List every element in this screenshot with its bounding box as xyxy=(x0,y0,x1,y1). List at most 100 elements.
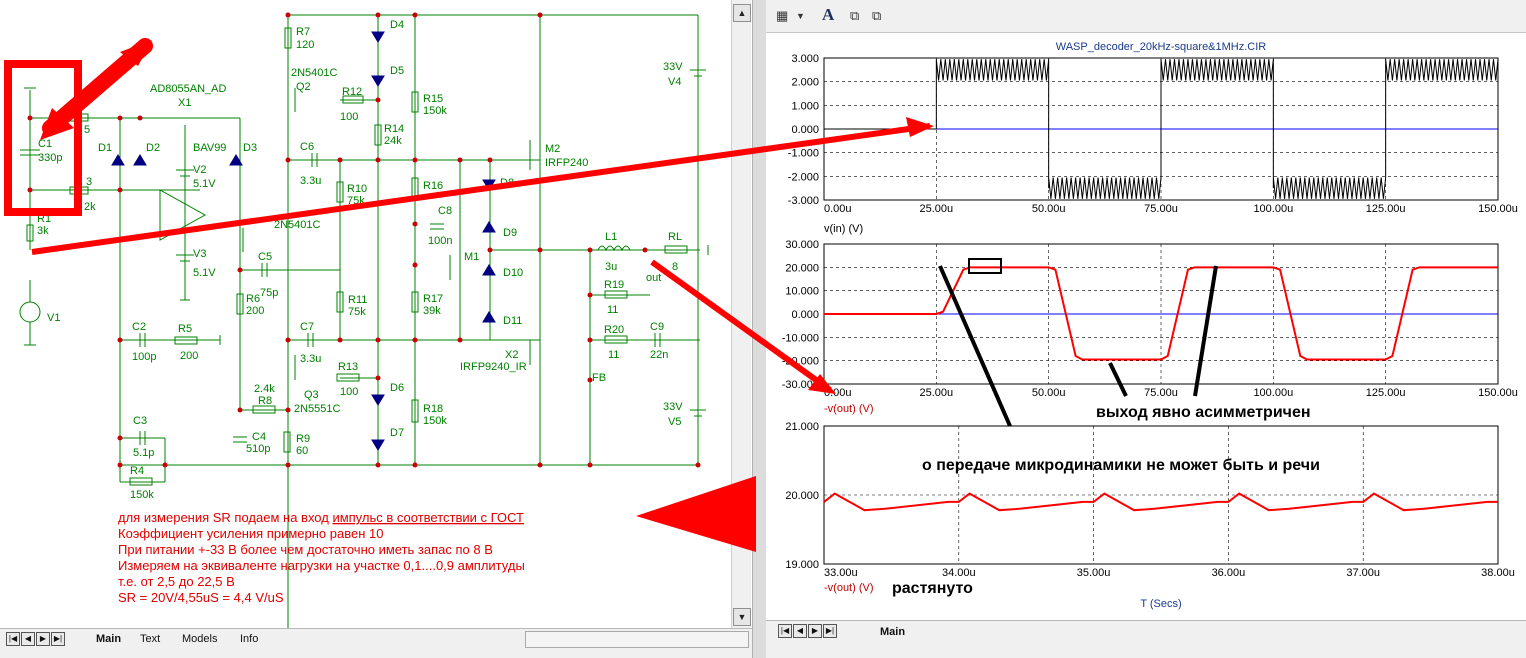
opamp-label: AD8055AN_AD xyxy=(150,83,226,95)
schematic-canvas[interactable]: C1 330p R1 3k 5 3 2k D1 D2 D3 BAV99 V2 5… xyxy=(0,0,732,628)
r7-value: 120 xyxy=(296,39,314,51)
r20-label: R20 xyxy=(604,324,624,336)
y-tick-label: 0.000 xyxy=(791,309,819,321)
annotation-asymmetric: выход явно асимметричен xyxy=(1096,404,1311,421)
y-tick-label: 10.000 xyxy=(785,286,819,298)
y-tick-label: 30.000 xyxy=(785,239,819,251)
v5-value: 33V xyxy=(663,401,683,413)
r15-label: R15 xyxy=(423,93,443,105)
out-label: out xyxy=(646,272,661,284)
x-axis-label: T (Secs) xyxy=(1140,598,1181,610)
r19-value: 11 xyxy=(607,304,618,316)
plot-canvas: WASP_decoder_20kHz-square&1MHz.CIR 3.000 2… xyxy=(782,41,1518,610)
note-line-5: т.е. от 2,5 до 22,5 В xyxy=(118,574,235,589)
d6-label: D6 xyxy=(390,382,404,394)
y-tick-label: -10.000 xyxy=(782,332,819,344)
tab-main[interactable]: Main xyxy=(92,631,125,647)
d8-label: D8 xyxy=(500,177,514,189)
r3-value: 2k xyxy=(84,201,96,213)
note-gost-link[interactable]: импульс в соответствии с ГОСТ xyxy=(332,510,524,525)
next-page-icon[interactable]: ▶ xyxy=(36,632,50,646)
plot-pane[interactable]: ▦ ▼ A ⧉ ⧉ WASP_decoder_20kHz-square&1MHz… xyxy=(766,0,1526,658)
note-line-6: SR = 20V/4,55uS = 4,4 V/uS xyxy=(118,590,284,605)
c4-label: C4 xyxy=(252,431,266,443)
c3-label: C3 xyxy=(133,415,147,427)
m2-type: IRFP240 xyxy=(545,157,588,169)
r10-label: R10 xyxy=(347,183,367,195)
x-tick-label: 34.00u xyxy=(942,567,976,579)
y-tick-label: 2.000 xyxy=(791,77,819,89)
tab-models[interactable]: Models xyxy=(178,631,221,647)
x-tick-label: 150.00u xyxy=(1478,203,1518,215)
schematic-tab-bar: |◀ ◀ ▶ ▶| Main Text Models Info xyxy=(0,628,752,658)
c1-label: C1 xyxy=(38,138,52,150)
y-tick-label: -1.000 xyxy=(788,148,819,160)
last-page-icon[interactable]: ▶| xyxy=(823,624,837,638)
plot-tab-bar: |◀ ◀ ▶ ▶| Main xyxy=(766,620,1526,658)
l1-label: L1 xyxy=(605,231,617,243)
r20-value: 11 xyxy=(608,349,619,361)
tab-info[interactable]: Info xyxy=(236,631,262,647)
schematic-horizontal-scrollbar[interactable] xyxy=(525,631,749,648)
q2-type: 2N5401C xyxy=(291,67,338,79)
r11-value: 75k xyxy=(348,306,366,318)
x-tick-label: 25.00u xyxy=(920,203,954,215)
trace-label: -v(out) (V) xyxy=(824,582,874,594)
c3-value: 5.1p xyxy=(133,447,154,459)
prev-page-icon[interactable]: ◀ xyxy=(21,632,35,646)
r12-value: 100 xyxy=(340,111,358,123)
x-tick-label: 35.00u xyxy=(1077,567,1111,579)
v5-label: V5 xyxy=(668,416,681,428)
plot-tab-main[interactable]: Main xyxy=(876,624,909,640)
r1-value: 3k xyxy=(37,225,49,237)
first-page-icon[interactable]: |◀ xyxy=(6,632,20,646)
c6-value: 3.3u xyxy=(300,175,321,187)
prev-page-icon[interactable]: ◀ xyxy=(793,624,807,638)
q2-label: Q2 xyxy=(296,81,311,93)
y-tick-label: 0.000 xyxy=(791,124,819,136)
last-page-icon[interactable]: ▶| xyxy=(51,632,65,646)
c8-label: C8 xyxy=(438,205,452,217)
c1-value: 330p xyxy=(38,152,62,164)
v2-label: V2 xyxy=(193,164,206,176)
schematic-vertical-scrollbar[interactable]: ▲ ▼ xyxy=(731,0,751,628)
c5-label: C5 xyxy=(258,251,272,263)
c4-value: 510p xyxy=(246,443,270,455)
annotation-microdynamics: о передаче микродинамики не может быть и… xyxy=(922,457,1320,474)
v2-value: 5.1V xyxy=(193,178,216,190)
x-tick-label: 50.00u xyxy=(1032,203,1066,215)
d3-label: D3 xyxy=(243,142,257,154)
x-tick-label: 0.00u xyxy=(824,203,852,215)
r7-label: R7 xyxy=(296,26,310,38)
trace-label: v(in) (V) xyxy=(824,223,863,235)
d10-label: D10 xyxy=(503,267,523,279)
c9-label: C9 xyxy=(650,321,664,333)
q3-value: 2.4k xyxy=(254,383,275,395)
schematic-pane[interactable]: C1 330p R1 3k 5 3 2k D1 D2 D3 BAV99 V2 5… xyxy=(0,0,752,658)
rl-label: RL xyxy=(668,231,682,243)
y-tick-label: 20.000 xyxy=(785,262,819,274)
next-page-icon[interactable]: ▶ xyxy=(808,624,822,638)
v4-label: V4 xyxy=(668,76,681,88)
x-tick-label: 37.00u xyxy=(1346,567,1380,579)
tab-text[interactable]: Text xyxy=(136,631,164,647)
d9-label: D9 xyxy=(503,227,517,239)
d11-label: D11 xyxy=(503,315,522,327)
r9-label: R9 xyxy=(296,433,310,445)
q1-type: 2N5401C xyxy=(274,219,321,231)
first-page-icon[interactable]: |◀ xyxy=(778,624,792,638)
m2-label: M2 xyxy=(545,143,560,155)
scroll-down-icon[interactable]: ▼ xyxy=(733,608,751,626)
r10-value: 75k xyxy=(347,195,365,207)
x-tick-label: 50.00u xyxy=(1032,387,1066,399)
bav-label: BAV99 xyxy=(193,142,226,154)
scroll-up-icon[interactable]: ▲ xyxy=(733,4,751,22)
r14-value: 24k xyxy=(384,135,402,147)
y-tick-label: 19.000 xyxy=(785,559,819,571)
y-tick-label: -3.000 xyxy=(788,195,819,207)
d4-label: D4 xyxy=(390,19,404,31)
note-line-3: При питании +-33 В более чем достаточно … xyxy=(118,542,493,557)
v3-label: V3 xyxy=(193,248,206,260)
x2-label: X2 xyxy=(505,349,518,361)
x-tick-label: 100.00u xyxy=(1253,203,1293,215)
